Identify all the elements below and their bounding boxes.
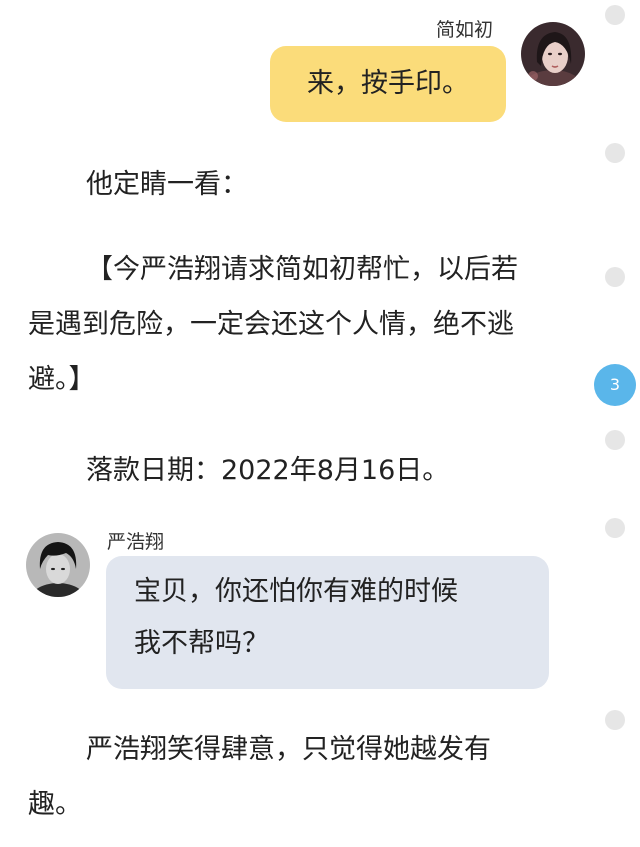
paragraph-comment-dot[interactable] — [605, 267, 625, 287]
paragraph-comment-dot[interactable] — [605, 5, 625, 25]
story-paragraph: 他定睛一看： — [86, 169, 248, 200]
paragraph-comment-dot[interactable] — [605, 430, 625, 450]
female-avatar-image — [521, 22, 585, 86]
story-paragraph: 落款日期：2022年8月16日。 — [86, 455, 450, 486]
paragraph-comment-dot[interactable] — [605, 710, 625, 730]
story-paragraph: 【今严浩翔请求简如初帮忙，以后若 是遇到危险，一定会还这个人情，绝不逃 避。】 — [28, 254, 518, 395]
comment-count-badge[interactable]: 3 — [594, 364, 636, 406]
avatar[interactable] — [521, 22, 585, 86]
paragraph-comment-dot[interactable] — [605, 143, 625, 163]
story-paragraph: 严浩翔笑得肆意，只觉得她越发有 趣。 — [28, 734, 491, 820]
sender-name: 简如初 — [436, 19, 494, 41]
message-bubble[interactable]: 来，按手印。 — [270, 46, 506, 122]
message-text: 宝贝，你还怕你有难的时候 — [134, 576, 458, 607]
male-avatar-image — [26, 533, 90, 597]
sender-name: 严浩翔 — [107, 531, 165, 553]
paragraph-comment-dot[interactable] — [605, 518, 625, 538]
message-text: 来，按手印。 — [307, 68, 469, 99]
avatar[interactable] — [26, 533, 90, 597]
message-bubble[interactable]: 宝贝，你还怕你有难的时候 我不帮吗？ — [106, 556, 549, 689]
message-text: 我不帮吗？ — [134, 628, 269, 659]
